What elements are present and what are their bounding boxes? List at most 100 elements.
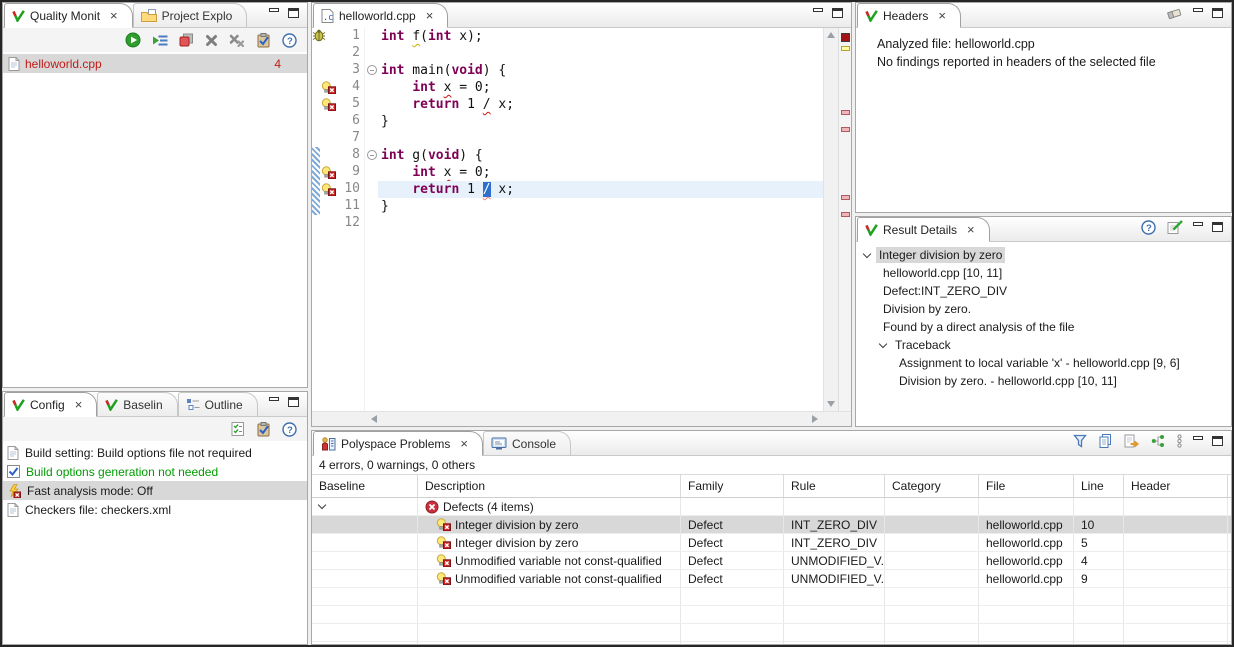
tab-outline[interactable]: Outline <box>178 392 258 416</box>
code-line[interactable]: int f(int x); <box>378 28 823 45</box>
tab-result-details[interactable]: Result Details× <box>857 217 990 242</box>
editor-code-area[interactable]: int f(int x); int main(void) { int x = 0;… <box>378 28 823 411</box>
chevron-down-icon[interactable] <box>879 339 887 347</box>
chevron-down-icon[interactable] <box>863 249 871 257</box>
config-item[interactable]: Checkers file: checkers.xml <box>3 500 307 519</box>
quality-file-row[interactable]: helloworld.cpp4 <box>3 54 307 73</box>
close-icon[interactable]: × <box>75 398 83 411</box>
close-icon[interactable]: × <box>967 223 975 236</box>
column-header-family[interactable]: Family <box>681 475 784 497</box>
code-line[interactable]: int g(void) { <box>378 147 823 164</box>
help-icon[interactable]: ? <box>1141 220 1156 235</box>
run-icon[interactable] <box>125 32 141 48</box>
config-item[interactable]: Build setting: Build options file not re… <box>3 443 307 462</box>
code-line[interactable]: int x = 0; <box>378 164 823 181</box>
filter-icon[interactable] <box>1073 434 1087 448</box>
minimize-icon[interactable] <box>269 8 279 12</box>
close-icon[interactable]: × <box>110 9 118 22</box>
tab-quality-monit[interactable]: Quality Monit× <box>4 3 133 28</box>
problems-group-row[interactable]: Defects (4 items) <box>312 498 1231 516</box>
problems-row[interactable]: Integer division by zeroDefectINT_ZERO_D… <box>312 516 1231 534</box>
problems-empty-row[interactable] <box>312 606 1231 624</box>
result-tree-item[interactable]: Traceback <box>856 336 1231 354</box>
column-header-rule[interactable]: Rule <box>784 475 885 497</box>
minimize-icon[interactable] <box>269 397 279 401</box>
fold-marker[interactable] <box>367 65 377 75</box>
overview-defect-marker[interactable] <box>841 110 850 115</box>
result-tree-item[interactable]: Integer division by zero <box>856 246 1231 264</box>
export-icon[interactable] <box>1124 434 1140 448</box>
group-tree-icon[interactable] <box>1151 434 1165 448</box>
maximize-icon[interactable] <box>288 397 299 407</box>
minimize-icon[interactable] <box>813 8 823 12</box>
problems-row[interactable]: Unmodified variable not const-qualifiedD… <box>312 552 1231 570</box>
result-tree-item[interactable]: Assignment to local variable 'x' - hello… <box>856 354 1231 372</box>
code-line[interactable] <box>378 130 823 147</box>
editor-vertical-scrollbar[interactable] <box>823 28 838 411</box>
kebab-icon[interactable] <box>1176 434 1183 448</box>
help-icon[interactable]: ? <box>282 422 297 437</box>
close-icon[interactable]: × <box>460 437 468 450</box>
scroll-left-icon[interactable] <box>371 415 377 423</box>
code-editor[interactable]: 123456789101112int f(int x);int main(voi… <box>312 28 851 411</box>
config-item[interactable]: Fast analysis mode: Off <box>3 481 307 500</box>
run-list-icon[interactable] <box>152 33 168 47</box>
overview-defect-marker[interactable] <box>841 127 850 132</box>
problems-empty-row[interactable] <box>312 588 1231 606</box>
bug-icon[interactable] <box>312 29 326 42</box>
close-icon[interactable]: × <box>426 9 434 22</box>
defect-icon[interactable] <box>321 166 336 179</box>
overview-defect-marker[interactable] <box>841 212 850 217</box>
tab-polyspace-problems[interactable]: Polyspace Problems× <box>313 431 483 456</box>
defect-icon[interactable] <box>321 98 336 111</box>
maximize-icon[interactable] <box>288 8 299 18</box>
copy-pages-icon[interactable] <box>1098 434 1113 448</box>
minimize-icon[interactable] <box>1193 222 1203 226</box>
tab-headers[interactable]: Headers× <box>857 3 961 28</box>
checklist-icon[interactable] <box>231 422 245 436</box>
result-tree-item[interactable]: Found by a direct analysis of the file <box>856 318 1231 336</box>
editor-horizontal-scrollbar[interactable] <box>312 411 851 426</box>
eraser-icon[interactable] <box>1166 7 1183 20</box>
close-icon[interactable]: × <box>938 9 946 22</box>
column-header-category[interactable]: Category <box>885 475 979 497</box>
column-header-baseline[interactable]: Baseline <box>312 475 418 497</box>
problems-row[interactable]: Unmodified variable not const-qualifiedD… <box>312 570 1231 588</box>
problems-row[interactable]: Integer division by zeroDefectINT_ZERO_D… <box>312 534 1231 552</box>
help-icon[interactable]: ? <box>282 33 297 48</box>
tab-console[interactable]: Console <box>483 431 571 455</box>
maximize-icon[interactable] <box>1212 8 1223 18</box>
code-line[interactable]: int x = 0; <box>378 79 823 96</box>
column-header-file[interactable]: File <box>979 475 1074 497</box>
defect-icon[interactable] <box>321 183 336 196</box>
problems-empty-row[interactable] <box>312 624 1231 642</box>
column-header-description[interactable]: Description <box>418 475 681 497</box>
defect-icon[interactable] <box>321 81 336 94</box>
result-tree-item[interactable]: Division by zero. - helloworld.cpp [10, … <box>856 372 1231 390</box>
note-pin-icon[interactable] <box>1167 220 1183 234</box>
maximize-icon[interactable] <box>832 8 843 18</box>
code-line[interactable] <box>378 215 823 232</box>
clipboard-check-icon[interactable] <box>256 33 271 48</box>
code-line[interactable]: } <box>378 113 823 130</box>
scroll-down-icon[interactable] <box>827 401 835 407</box>
column-header-line[interactable]: Line <box>1074 475 1124 497</box>
result-tree-item[interactable]: Defect:INT_ZERO_DIV <box>856 282 1231 300</box>
delete-all-icon[interactable] <box>229 34 245 47</box>
problems-empty-row[interactable] <box>312 642 1231 644</box>
code-line[interactable]: int main(void) { <box>378 62 823 79</box>
maximize-icon[interactable] <box>1212 222 1223 232</box>
code-line[interactable]: return 1 / x; <box>378 181 823 198</box>
tab-baselin[interactable]: Baselin <box>97 392 177 416</box>
result-tree-item[interactable]: Division by zero. <box>856 300 1231 318</box>
minimize-icon[interactable] <box>1193 8 1203 12</box>
config-item[interactable]: Build options generation not needed <box>3 462 307 481</box>
delete-icon[interactable] <box>205 34 218 47</box>
code-line[interactable]: return 1 / x; <box>378 96 823 113</box>
fold-marker[interactable] <box>367 150 377 160</box>
tab-project-explo[interactable]: Project Explo <box>133 3 248 27</box>
stop-icon[interactable] <box>179 33 194 47</box>
minimize-icon[interactable] <box>1193 436 1203 440</box>
overview-defect-marker[interactable] <box>841 195 850 200</box>
code-line[interactable]: } <box>378 198 823 215</box>
